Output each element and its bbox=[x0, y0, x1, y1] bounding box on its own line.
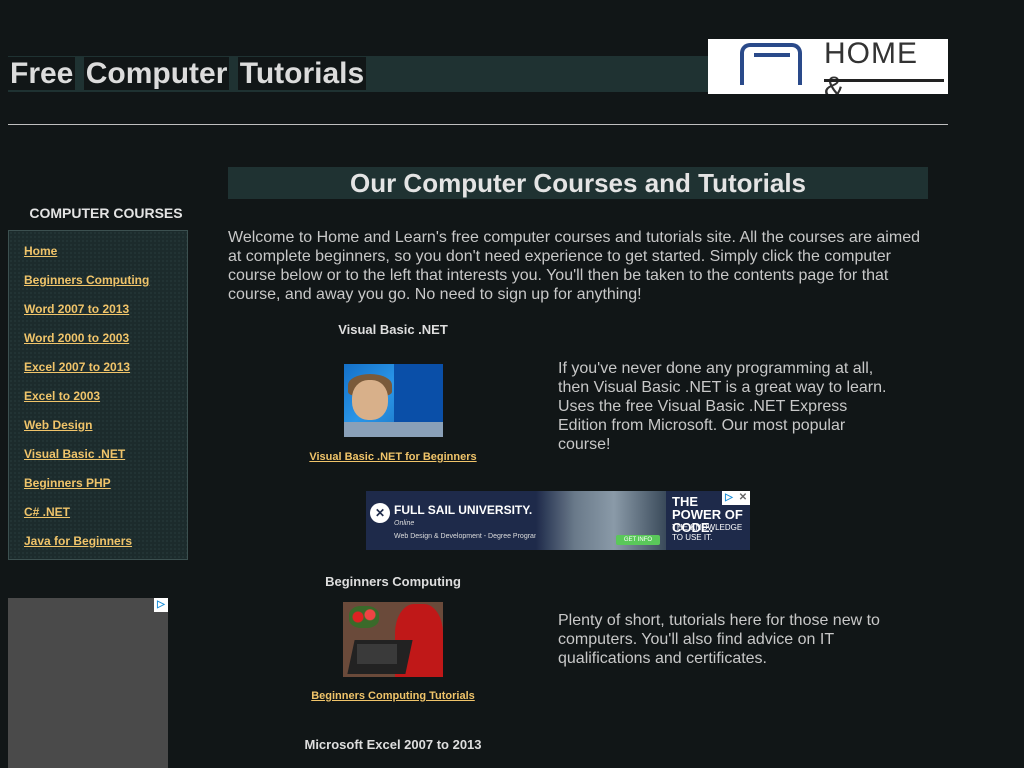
sidebar-link[interactable]: Excel to 2003 bbox=[24, 389, 100, 403]
sidebar-link[interactable]: Beginners PHP bbox=[24, 476, 111, 490]
thumb-screen bbox=[394, 364, 443, 424]
close-icon[interactable]: ✕ bbox=[736, 491, 750, 505]
visual-basic-course-link[interactable]: Visual Basic .NET for Beginners bbox=[293, 451, 493, 463]
home-and-learn-logo[interactable]: HOME & bbox=[708, 39, 948, 94]
sidebar-item-beginners-computing: Beginners Computing bbox=[24, 273, 149, 287]
site-title-word: Tutorials bbox=[237, 57, 367, 90]
visual-basic-thumbnail[interactable] bbox=[344, 364, 443, 437]
sidebar-item-php: Beginners PHP bbox=[24, 476, 111, 490]
sidebar-link[interactable]: Word 2000 to 2003 bbox=[24, 331, 129, 345]
sidebar-item-web-design: Web Design bbox=[24, 418, 92, 432]
intro-paragraph: Welcome to Home and Learn's free compute… bbox=[228, 229, 920, 303]
sidebar-ad[interactable]: ▷ bbox=[8, 598, 168, 768]
sidebar-link[interactable]: Word 2007 to 2013 bbox=[24, 302, 129, 316]
sidebar-link[interactable]: C# .NET bbox=[24, 505, 70, 519]
logo-mark-inner bbox=[754, 53, 790, 77]
adchoices-icon[interactable]: ▷ bbox=[154, 598, 168, 612]
sidebar-link[interactable]: Web Design bbox=[24, 418, 92, 432]
ad-subline: THE KNOWLEDGE TO USE IT. bbox=[672, 523, 743, 542]
sidebar-item-home: Home bbox=[24, 244, 57, 258]
sidebar-course-menu: Home Beginners Computing Word 2007 to 20… bbox=[8, 230, 188, 560]
sidebar-link[interactable]: Beginners Computing bbox=[24, 273, 149, 287]
header-divider bbox=[8, 124, 948, 125]
sidebar-item-excel-2007: Excel 2007 to 2013 bbox=[24, 360, 130, 374]
ad-program: Web Design & Development - Degree Progra… bbox=[394, 533, 540, 540]
main-heading: Our Computer Courses and Tutorials bbox=[349, 168, 806, 198]
beginners-computing-thumbnail[interactable] bbox=[343, 602, 443, 677]
sidebar-link[interactable]: Visual Basic .NET bbox=[24, 447, 125, 461]
beginners-computing-description: Plenty of short, tutorials here for thos… bbox=[558, 612, 880, 667]
full-sail-ad-banner[interactable]: ✕ FULL SAIL UNIVERSITY. Online Web Desig… bbox=[366, 491, 750, 550]
course-title-excel: Microsoft Excel 2007 to 2013 bbox=[304, 737, 482, 752]
sidebar-link[interactable]: Java for Beginners bbox=[24, 534, 132, 548]
sidebar-item-word-2007: Word 2007 to 2013 bbox=[24, 302, 129, 316]
course-title-beginners-computing: Beginners Computing bbox=[325, 574, 461, 589]
sidebar-item-excel-2003: Excel to 2003 bbox=[24, 389, 100, 403]
sidebar-heading: COMPUTER COURSES bbox=[29, 205, 183, 221]
logo-subline bbox=[824, 79, 944, 88]
ad-online: Online bbox=[394, 520, 415, 527]
beginners-computing-course-link[interactable]: Beginners Computing Tutorials bbox=[293, 690, 493, 702]
sidebar-link[interactable]: Home bbox=[24, 244, 57, 258]
visual-basic-description: If you've never done any programming at … bbox=[558, 360, 887, 453]
sidebar-item-java: Java for Beginners bbox=[24, 534, 132, 548]
thumb-face bbox=[352, 380, 388, 420]
full-sail-logo-icon: ✕ bbox=[370, 503, 390, 523]
thumb-laptop-screen bbox=[357, 644, 397, 664]
site-title-word: Computer bbox=[83, 57, 230, 90]
thumb-desk bbox=[344, 422, 443, 437]
site-title-word: Free bbox=[8, 57, 76, 90]
adchoices-icon[interactable]: ▷ bbox=[722, 491, 736, 505]
ad-cta-button[interactable]: GET INFO bbox=[616, 535, 660, 545]
sidebar-item-visual-basic: Visual Basic .NET bbox=[24, 447, 125, 461]
sidebar-item-word-2000: Word 2000 to 2003 bbox=[24, 331, 129, 345]
course-title-visual-basic: Visual Basic .NET bbox=[338, 322, 448, 337]
sidebar-link[interactable]: Excel 2007 to 2013 bbox=[24, 360, 130, 374]
ad-brand: FULL SAIL UNIVERSITY. bbox=[394, 503, 533, 517]
sidebar-item-csharp: C# .NET bbox=[24, 505, 70, 519]
site-title: Free Computer Tutorials bbox=[8, 56, 367, 92]
thumb-flowers bbox=[349, 606, 379, 628]
